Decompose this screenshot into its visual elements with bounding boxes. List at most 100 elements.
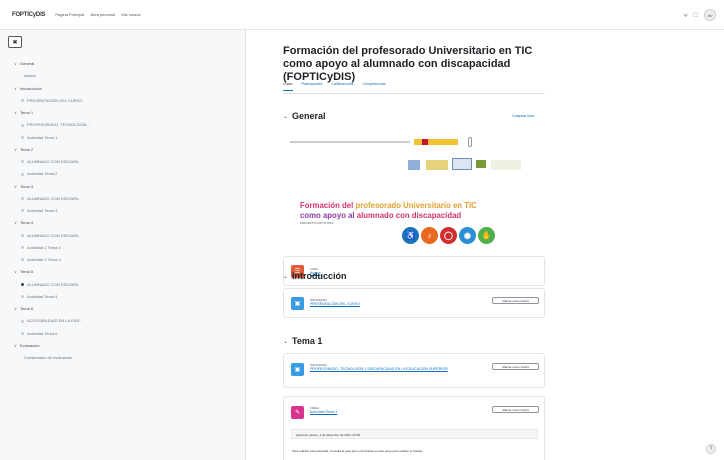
banner-logo-5 [491,160,521,170]
sign-language-icon: ✋ [478,227,495,244]
course-index-item[interactable]: ALUMNADO CON DISCAPA... [14,279,240,291]
course-index-label: Tema 4 [20,220,34,226]
tab-grades[interactable]: Calificaciones [331,82,353,91]
completion-dot-icon [21,319,24,323]
banner-logo-4 [476,160,486,168]
course-index-item[interactable]: ACCESIBILIDAD EN LA ENS... [14,315,240,327]
completion-dot-icon [21,258,24,262]
section-title: General [292,111,326,121]
tab-competencies[interactable]: Competencias [363,82,386,91]
course-index-section[interactable]: ∨ Tema 2 [14,144,240,156]
course-index-label: Actividad Tema 1 [27,134,58,140]
course-index-item[interactable]: ALUMNADO CON DISCAPA... [14,230,240,242]
course-index: ∨ General Avisos ∨ Introducción PRESENTACIÓN … [14,58,240,364]
tab-participants[interactable]: Participantes [302,82,323,91]
course-index-label: Tema 5 [20,269,34,275]
mark-as-done-button[interactable]: Marcar como hecha [492,406,539,413]
close-drawer-button[interactable]: ✖ [8,36,22,48]
banner-logo-1 [408,160,420,170]
course-index-item[interactable]: Actividad Tema 3 [14,205,240,217]
tab-course[interactable]: Curso [283,82,293,91]
course-index-drawer: ✖ ∨ General Avisos ∨ Introducción PRESENTACIÓ… [0,30,246,460]
section-general-header[interactable]: ⌄ General [283,111,326,121]
wheelchair-icon: ♿ [402,227,419,244]
course-index-section[interactable]: ∨ Evaluación [14,340,240,352]
course-index-item[interactable]: Actividad Tema 1 [14,132,240,144]
course-index-label: Actividad Tema 2 [27,171,58,177]
course-index-label: ALUMNADO CON DISCAPA... [27,281,82,287]
nav-my-courses-link[interactable]: Mis cursos [121,12,140,17]
course-tabs: Curso Participantes Calificaciones Compe… [283,82,386,91]
course-index-label: Actividad 1 Tema 4 [27,244,61,250]
completion-dot-icon [21,172,24,176]
activity-card-actividad-1: ✎ Tarea Actividad Tema 1 Marcar como hec… [283,396,545,460]
course-index-section[interactable]: ∨ Tema 1 [14,107,240,119]
section-tema1-header[interactable]: ⌄ Tema 1 [283,336,322,346]
bell-icon[interactable]: ⍱ [684,12,688,19]
collapse-all-link[interactable]: Colapsar todo [512,114,534,118]
site-brand[interactable]: FOPTICyDIS [12,12,46,18]
avatar[interactable]: AV [704,9,716,21]
course-index-label: Introducción [20,85,42,91]
course-index-item[interactable]: ALUMNADO CON DISCAPA... [14,156,240,168]
chevron-down-icon: ⌄ [283,338,289,345]
course-index-item[interactable]: Actividad 1 Tema 4 [14,242,240,254]
course-index-section[interactable]: ∨ Tema 6 [14,303,240,315]
course-index-label: Avisos [24,73,36,79]
course-index-item[interactable]: Actividad Tema 2 [14,168,240,180]
activity-description: Para realizar esta actividad, consulta l… [292,449,424,453]
hearing-icon: ♪ [421,227,438,244]
course-index-label: Actividad Tema 3 [27,208,58,213]
primary-navigation: Página Principal Área personal Mis curso… [55,12,145,17]
section-title: Tema 1 [292,336,323,346]
nav-home-link[interactable]: Página Principal [55,12,84,17]
banner-flag-mark [422,139,428,145]
availability-info: Apertura: jueves, 1 de diciembre de 2022… [291,429,538,439]
completion-dot-icon [21,295,24,299]
section-introduccion-header[interactable]: ⌄ Introducción [283,271,347,281]
course-index-item[interactable]: Avisos [14,70,240,82]
course-index-section[interactable]: ∨ Tema 4 [14,217,240,229]
course-index-item[interactable]: Cuestionario de evaluación [14,352,240,364]
course-index-item[interactable]: PROFESORADO, TECNOLOGÍA... [14,119,240,131]
activity-link[interactable]: PRESENTACIÓN DEL CURSO [310,302,490,307]
course-index-label: Actividad 2 Tema 4 [27,257,61,262]
user-controls: ⍱ □ AV [684,9,716,21]
completion-dot-icon [21,282,24,286]
course-index-section[interactable]: ∨ General [14,58,240,70]
course-index-item[interactable]: PRESENTACIÓN DEL CURSO [14,95,240,107]
course-index-label: Tema 2 [20,146,34,152]
help-button[interactable]: ? [706,444,716,454]
course-index-item[interactable]: Actividad Tema 5 [14,291,240,303]
nav-dashboard-link[interactable]: Área personal [90,12,115,17]
completion-dot-icon [21,209,24,213]
activity-card-profesorado: ▣ Infografía PROFESORADO, TECNOLOGÍA Y D… [283,353,545,388]
completion-dot-icon [21,123,24,127]
course-index-label: ALUMNADO CON DISCAPA... [27,232,82,238]
course-index-item[interactable]: ALUMNADO CON DISCAPA... [14,193,240,205]
activity-link[interactable]: PROFESORADO, TECNOLOGÍA Y DISCAPACIDAD E… [310,367,490,372]
course-index-label: Cuestionario de evaluación [24,355,73,360]
banner-eu-logo [414,139,458,145]
course-index-label: General [20,61,35,66]
cognitive-icon: ◉ [459,227,476,244]
mark-as-done-button[interactable]: Marcar como hecha [492,297,539,304]
course-index-label: Tema 3 [20,183,34,189]
banner-title-line-2: como apoyo al alumnado con discapacidad [300,211,462,220]
main-content: Formación del profesorado Universitario … [246,30,724,460]
chevron-down-icon: ⌄ [283,273,289,280]
banner-logo-3 [452,158,472,170]
chat-icon[interactable]: □ [694,12,698,19]
completion-dot-icon [21,331,24,335]
activity-link[interactable]: Actividad Tema 1 [310,410,490,415]
course-index-item[interactable]: Actividad Tema 6 [14,328,240,340]
chevron-down-icon: ⌄ [283,113,289,120]
course-index-section[interactable]: ∨ Tema 5 [14,266,240,278]
banner-subtitle: PROYECTO FOPTICYDIS [300,221,334,225]
course-index-item[interactable]: Actividad 2 Tema 4 [14,254,240,266]
course-index-section[interactable]: ∨ Introducción [14,83,240,95]
course-index-label: ALUMNADO CON DISCAPA... [27,159,82,164]
course-index-section[interactable]: ∨ Tema 3 [14,181,240,193]
mark-as-done-button[interactable]: Marcar como hecha [492,363,539,370]
activity-card-presentacion: ▣ Infografía PRESENTACIÓN DEL CURSO Marc… [283,288,545,318]
